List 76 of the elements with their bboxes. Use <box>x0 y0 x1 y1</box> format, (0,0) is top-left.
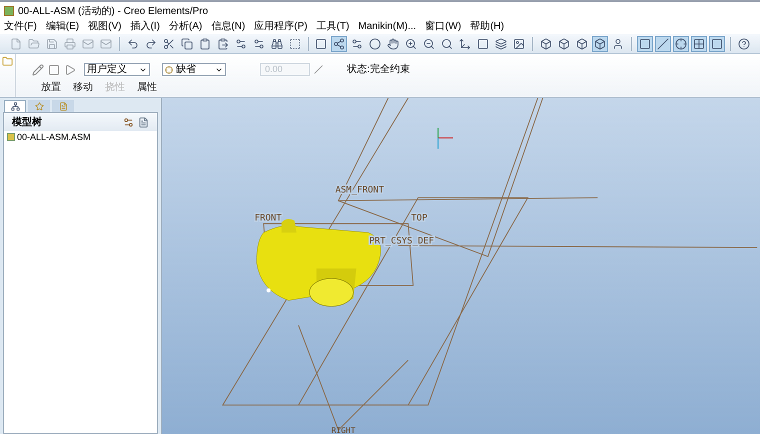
axis-triad-icon <box>438 127 454 150</box>
menu-item[interactable]: 信息(N) <box>211 22 246 32</box>
constraint-dropdown[interactable]: 用户定义 <box>84 63 150 76</box>
cube-icon <box>576 38 588 50</box>
toolbar-button[interactable] <box>493 36 510 52</box>
open-folder-icon <box>28 38 40 50</box>
sphere-icon <box>369 38 382 50</box>
paste-icon <box>216 38 229 50</box>
datum-label: TOP <box>411 214 428 224</box>
reference-dropdown[interactable]: 缺省 <box>162 63 226 76</box>
square-icon <box>315 38 328 50</box>
crosshair-icon <box>165 66 173 74</box>
menu-item[interactable]: 编辑(E) <box>46 22 80 32</box>
pencil-icon[interactable] <box>32 64 44 76</box>
window-title: 00-ALL-ASM (活动的) - Creo Elements/Pro <box>18 4 208 18</box>
toolbar-button[interactable] <box>592 36 608 52</box>
copy-icon <box>180 38 193 50</box>
menu-item[interactable]: 分析(A) <box>168 22 202 32</box>
scissors-icon <box>162 38 175 50</box>
toolbar-button[interactable] <box>178 36 195 52</box>
menu-item[interactable]: 文件(F) <box>4 22 37 32</box>
panel-title: 模型树 <box>12 116 42 130</box>
person-icon <box>612 38 624 50</box>
redo-icon <box>144 38 157 50</box>
app-icon <box>4 6 14 16</box>
grid-icon <box>692 38 705 50</box>
binoculars-icon <box>270 38 283 50</box>
settings-icon[interactable] <box>123 116 134 128</box>
nodes-icon <box>333 38 346 50</box>
help-icon <box>738 38 750 50</box>
toolbar-button[interactable] <box>331 36 348 52</box>
play-icon[interactable] <box>64 64 76 76</box>
menu-item[interactable]: 工具(T) <box>316 22 350 32</box>
zoom-in-icon <box>405 38 418 50</box>
datum-label: RIGHT <box>331 426 356 434</box>
square-icon[interactable] <box>48 64 60 76</box>
menu-item[interactable]: 帮助(H) <box>470 22 504 32</box>
menu-item[interactable]: 视图(V) <box>88 22 122 32</box>
tree-item[interactable]: 00-ALL-ASM.ASM <box>4 131 157 143</box>
hierarchy-icon <box>10 102 20 111</box>
new-file-icon <box>10 38 22 50</box>
menu-item[interactable]: 窗口(W) <box>425 22 462 32</box>
toolbar-button[interactable] <box>736 36 752 52</box>
toolbar-button[interactable] <box>636 36 653 52</box>
image-icon <box>513 38 526 50</box>
toolbar-button[interactable] <box>708 36 725 52</box>
square-icon <box>477 38 490 50</box>
mail-icon <box>82 38 94 50</box>
hand-icon <box>387 38 400 50</box>
document-icon[interactable] <box>138 116 149 128</box>
cube-icon <box>594 38 606 50</box>
toolbar-button[interactable] <box>690 36 707 52</box>
menu-item[interactable]: 插入(I) <box>130 22 160 32</box>
toolbar-button[interactable] <box>672 36 689 52</box>
status-text: 状态:完全约束 <box>347 62 410 77</box>
square-icon <box>710 38 723 50</box>
undo-icon <box>126 38 139 50</box>
dashed-square-icon <box>288 38 301 50</box>
cube-icon <box>540 38 552 50</box>
cube-icon <box>558 38 570 50</box>
toolbar-button[interactable] <box>385 36 402 52</box>
menu-item[interactable]: 应用程序(P) <box>254 22 308 32</box>
dashboard-tab[interactable]: 移动 <box>73 80 93 95</box>
search-icon <box>441 38 454 50</box>
zoom-out-icon <box>423 38 436 50</box>
dashboard-tab[interactable]: 属性 <box>137 80 157 95</box>
toolbar-button[interactable] <box>367 36 384 52</box>
menu-item[interactable]: Manikin(M)... <box>358 22 416 32</box>
dashboard-tab[interactable]: 放置 <box>41 80 61 95</box>
save-icon <box>46 38 58 50</box>
mail-icon <box>100 38 112 50</box>
assembly-icon <box>7 133 15 141</box>
clipboard-icon <box>198 38 211 50</box>
panel-tab[interactable] <box>4 100 26 112</box>
datum-label: FRONT <box>254 214 282 224</box>
printer-icon <box>64 38 76 50</box>
